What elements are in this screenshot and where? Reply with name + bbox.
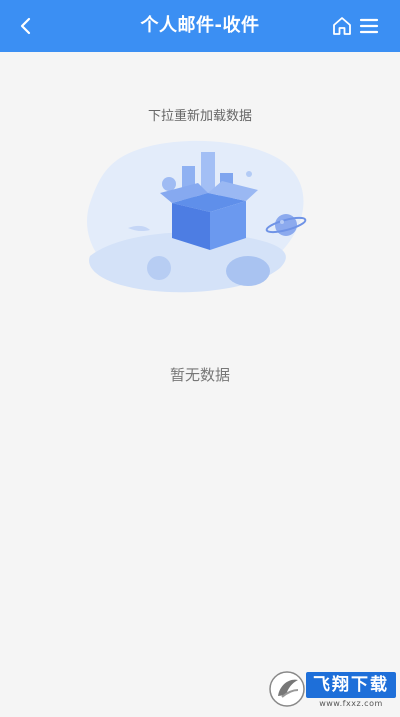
watermark-brand: 飞翔下载	[306, 672, 396, 698]
menu-icon	[359, 18, 379, 34]
fxxz-logo-icon	[269, 671, 305, 707]
top-app-bar: 个人邮件-收件	[0, 0, 400, 52]
watermark: 飞翔下载 www.fxxz.com	[268, 668, 396, 714]
pull-to-refresh-hint: 下拉重新加载数据	[147, 109, 252, 124]
empty-state-text: 暂无数据	[169, 366, 230, 384]
home-icon	[333, 17, 351, 35]
watermark-site: www.fxxz.com	[319, 699, 383, 708]
home-button[interactable]	[330, 14, 354, 38]
menu-button[interactable]	[357, 14, 381, 38]
empty-box-illustration	[87, 140, 307, 293]
